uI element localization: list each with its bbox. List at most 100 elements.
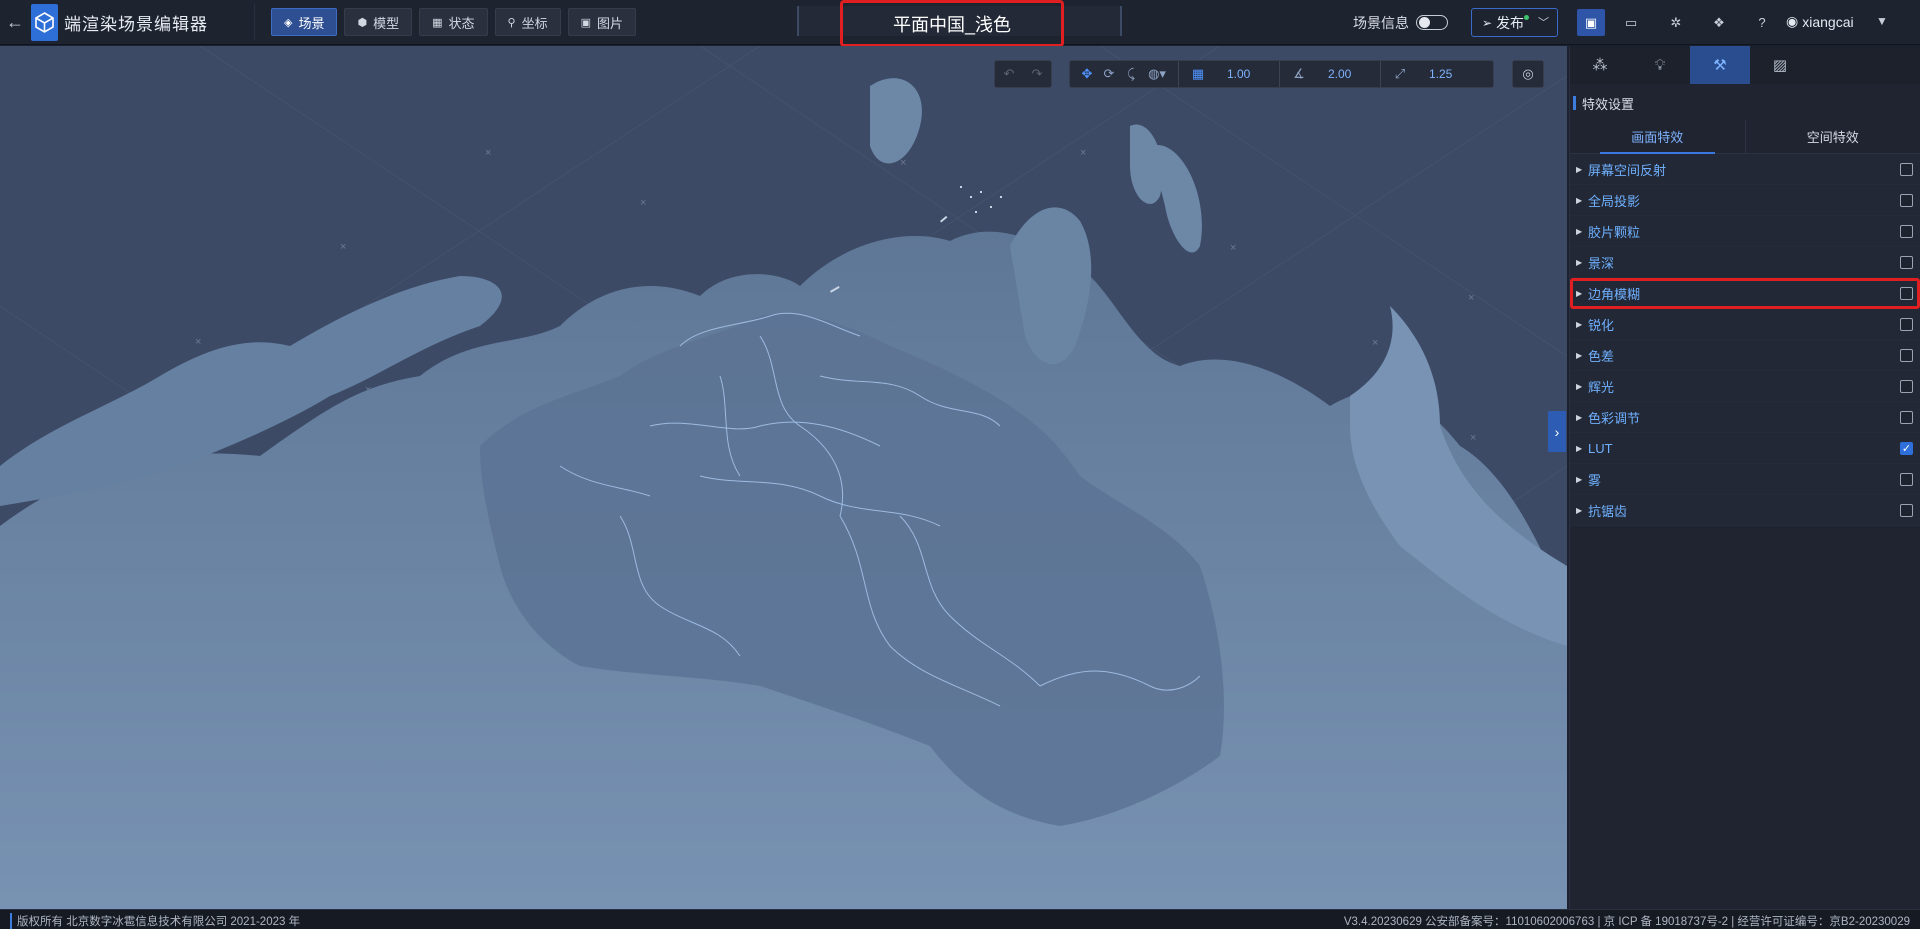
layers-icon: ◈ bbox=[284, 16, 293, 29]
effect-item-vignette[interactable]: ▶ 边角模糊 bbox=[1570, 278, 1920, 309]
gear-icon: ✲ bbox=[1670, 14, 1682, 30]
grid-snap-button[interactable]: ▦ bbox=[1187, 63, 1209, 85]
effect-item[interactable]: ▶ 锐化 bbox=[1570, 309, 1920, 340]
subtab-screen-effects[interactable]: 画面特效 bbox=[1570, 120, 1745, 154]
tab-image[interactable]: ▨ bbox=[1750, 46, 1810, 84]
angle-snap-button[interactable]: ∡ bbox=[1288, 63, 1310, 85]
focus-button[interactable]: ◎ bbox=[1517, 63, 1539, 85]
effect-item[interactable]: ▶ 屏幕空间反射 bbox=[1570, 154, 1920, 185]
subtab-space-effects[interactable]: 空间特效 bbox=[1744, 120, 1920, 153]
back-arrow-icon[interactable]: ← bbox=[4, 9, 26, 35]
effect-item[interactable]: ▶ 雾 bbox=[1570, 464, 1920, 495]
svg-text:×: × bbox=[1470, 432, 1476, 444]
effect-item[interactable]: ▶ 景深 bbox=[1570, 247, 1920, 278]
redo-button[interactable]: ↷ bbox=[1026, 63, 1048, 85]
copyright-text: 版权所有 北京数字冰雹信息技术有限公司 2021-2023 年 bbox=[10, 913, 300, 929]
angle-snap-value[interactable]: 2.00 bbox=[1328, 67, 1368, 81]
publish-label: 发布 bbox=[1496, 14, 1525, 31]
grid-icon: ▦ bbox=[1191, 66, 1205, 81]
effect-checkbox[interactable] bbox=[1900, 411, 1913, 424]
effect-checkbox[interactable] bbox=[1900, 504, 1913, 517]
effects-icon: ⚒ bbox=[1713, 57, 1727, 74]
nav-tab-label: 坐标 bbox=[521, 15, 548, 31]
effect-checkbox[interactable] bbox=[1900, 473, 1913, 486]
effect-item[interactable]: ▶ 全局投影 bbox=[1570, 185, 1920, 216]
map-canvas[interactable]: ××× ××× ××× ××× ××× bbox=[0, 46, 1567, 909]
scale-snap-button[interactable]: ⤢ bbox=[1389, 63, 1411, 85]
check-icon: ✓ bbox=[1901, 443, 1912, 455]
effect-checkbox[interactable] bbox=[1900, 256, 1913, 269]
axis-icon: ⤹ bbox=[1127, 66, 1135, 81]
effect-label: 色差 bbox=[1588, 348, 1615, 364]
effect-label: 边角模糊 bbox=[1588, 286, 1641, 302]
effect-item[interactable]: ▶ 色差 bbox=[1570, 340, 1920, 371]
effect-checkbox[interactable] bbox=[1900, 318, 1913, 331]
globe-icon: ◍▾ bbox=[1148, 66, 1166, 81]
effect-checkbox[interactable] bbox=[1900, 287, 1913, 300]
nav-tab-label: 模型 bbox=[373, 15, 400, 31]
nav-tab-model[interactable]: ⬢ 模型 bbox=[344, 8, 413, 36]
user-icon: ◉ bbox=[1786, 13, 1799, 29]
target-icon: ◎ bbox=[1522, 66, 1534, 81]
effect-item[interactable]: ▶ 抗锯齿 bbox=[1570, 495, 1920, 526]
preview-button[interactable]: ▭ bbox=[1617, 9, 1645, 36]
axis-button[interactable]: ⤹ bbox=[1120, 63, 1142, 85]
angle-icon: ∡ bbox=[1293, 66, 1305, 81]
effect-checkbox[interactable] bbox=[1900, 225, 1913, 238]
effect-item[interactable]: ▶ 辉光 bbox=[1570, 371, 1920, 402]
puzzle-icon: ❖ bbox=[1713, 14, 1725, 30]
effect-item[interactable]: ▶ LUT ✓ bbox=[1570, 433, 1920, 464]
coordinate-icon: ⚲ bbox=[507, 16, 516, 29]
nav-tab-label: 状态 bbox=[448, 15, 475, 31]
image-icon: ▣ bbox=[580, 16, 592, 29]
help-button[interactable]: ? bbox=[1748, 9, 1776, 36]
nav-tab-coordinate[interactable]: ⚲ 坐标 bbox=[494, 8, 561, 36]
section-title: 特效设置 bbox=[1570, 88, 1920, 118]
scene-info-label: 场景信息 bbox=[1353, 15, 1409, 31]
caret-right-icon: ▶ bbox=[1576, 226, 1583, 236]
grid-snap-value[interactable]: 1.00 bbox=[1227, 67, 1267, 81]
svg-text:×: × bbox=[195, 336, 201, 348]
effect-item[interactable]: ▶ 胶片颗粒 bbox=[1570, 216, 1920, 247]
nav-tab-image[interactable]: ▣ 图片 bbox=[567, 8, 637, 36]
plugin-button[interactable]: ❖ bbox=[1705, 9, 1733, 36]
nav-tab-scene[interactable]: ◈ 场景 bbox=[271, 8, 338, 36]
cube-logo-icon bbox=[35, 12, 54, 33]
save-button[interactable]: ▣ bbox=[1577, 9, 1605, 36]
rotate-button[interactable]: ⟳ bbox=[1098, 63, 1120, 85]
divider bbox=[1178, 61, 1179, 87]
caret-down-icon[interactable]: ▼ bbox=[1876, 14, 1888, 28]
publish-button[interactable]: ➢ 发布 ﹀ bbox=[1471, 8, 1558, 37]
tab-light[interactable]: 💡︎ bbox=[1630, 46, 1690, 84]
settings-button[interactable]: ✲ bbox=[1662, 9, 1690, 36]
user-name: xiangcai bbox=[1802, 13, 1854, 30]
panel-collapse-button[interactable]: › bbox=[1548, 411, 1566, 452]
caret-right-icon: ▶ bbox=[1576, 381, 1583, 391]
caret-right-icon: ▶ bbox=[1576, 195, 1583, 205]
effect-checkbox[interactable] bbox=[1900, 349, 1913, 362]
top-bar: ← 端渲染场景编辑器 ◈ 场景 ⬢ 模型 ▦ 状态 ⚲ 坐标 ▣ 图片 平面中国… bbox=[0, 0, 1920, 47]
chevron-right-icon: › bbox=[1554, 423, 1560, 440]
tab-effects[interactable]: ⚒ bbox=[1690, 46, 1750, 84]
effect-checkbox[interactable] bbox=[1900, 163, 1913, 176]
effect-checkbox-checked[interactable]: ✓ bbox=[1900, 442, 1913, 455]
tab-environment[interactable]: ⁂ bbox=[1570, 46, 1630, 84]
move-button[interactable]: ✥ bbox=[1076, 63, 1098, 85]
rotate-icon: ⟳ bbox=[1103, 66, 1115, 81]
history-toolbar: ↶ ↷ bbox=[994, 60, 1052, 88]
caret-right-icon: ▶ bbox=[1576, 350, 1583, 360]
effect-checkbox[interactable] bbox=[1900, 194, 1913, 207]
panel-tabs: ⁂ 💡︎ ⚒ ▨ bbox=[1570, 46, 1920, 84]
scale-snap-value[interactable]: 1.25 bbox=[1429, 67, 1469, 81]
effect-checkbox[interactable] bbox=[1900, 380, 1913, 393]
scene-viewport[interactable]: ××× ××× ××× ××× ××× bbox=[0, 46, 1567, 909]
app-title: 端渲染场景编辑器 bbox=[64, 15, 208, 34]
undo-button[interactable]: ↶ bbox=[998, 63, 1020, 85]
caret-right-icon: ▶ bbox=[1576, 319, 1583, 329]
nav-tab-state[interactable]: ▦ 状态 bbox=[419, 8, 488, 36]
effect-item[interactable]: ▶ 色彩调节 bbox=[1570, 402, 1920, 433]
scene-info-toggle[interactable] bbox=[1416, 15, 1448, 30]
scene-name-title[interactable]: 平面中国_浅色 bbox=[840, 0, 1064, 47]
coordinate-mode-dropdown[interactable]: ◍▾ bbox=[1142, 63, 1172, 85]
user-menu[interactable]: ◉ xiangcai bbox=[1786, 13, 1854, 30]
